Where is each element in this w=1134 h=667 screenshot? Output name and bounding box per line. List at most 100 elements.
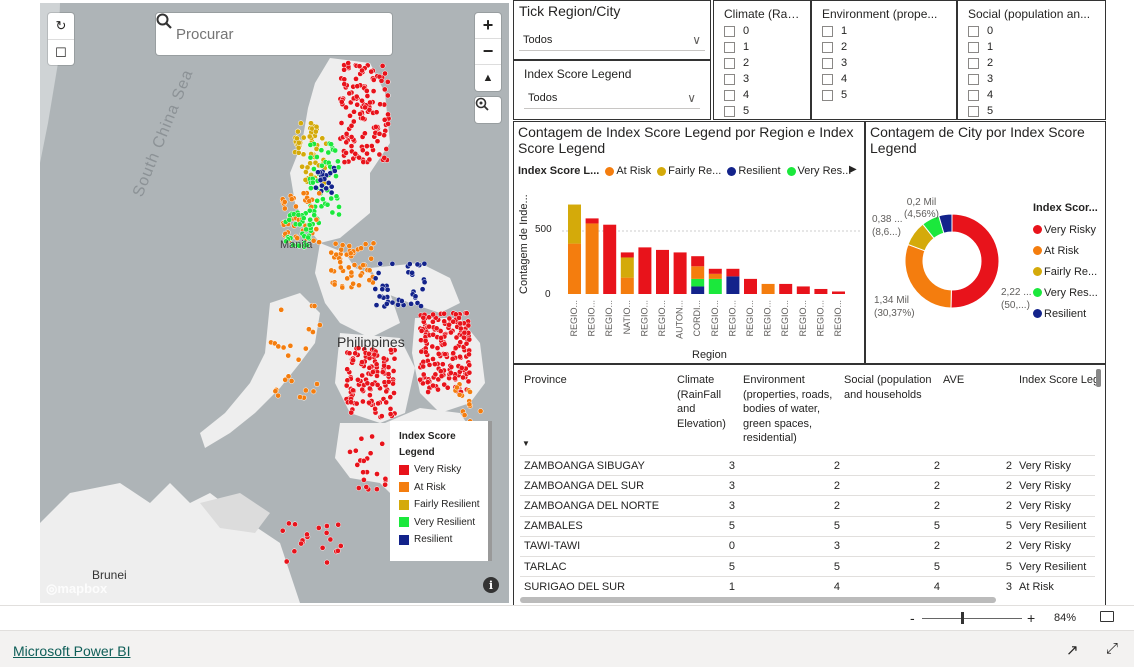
- map-point[interactable]: [357, 272, 364, 279]
- table-row[interactable]: ZAMBOANGA SIBUGAY 3 2 2 2 Very Risky: [520, 455, 1095, 475]
- map-point[interactable]: [356, 154, 362, 161]
- map-point[interactable]: [345, 264, 352, 271]
- map-point[interactable]: [442, 351, 448, 358]
- map-point[interactable]: [439, 361, 446, 368]
- map-point[interactable]: [412, 293, 419, 300]
- checkbox-item[interactable]: 5: [968, 103, 1095, 119]
- table-row[interactable]: ZAMBOANGA DEL SUR 3 2 2 2 Very Risky: [520, 475, 1095, 495]
- index-legend-dropdown[interactable]: Todos ∨: [524, 87, 700, 109]
- map-point[interactable]: [306, 222, 313, 228]
- map-point[interactable]: [336, 204, 342, 210]
- map-point[interactable]: [311, 212, 318, 218]
- bar-segment[interactable]: [691, 278, 705, 287]
- map-point[interactable]: [374, 373, 380, 379]
- map-point[interactable]: [373, 361, 380, 368]
- map-point[interactable]: [337, 264, 344, 271]
- map-point[interactable]: [344, 366, 351, 373]
- checkbox-item[interactable]: 5: [822, 87, 946, 103]
- map-point[interactable]: [360, 262, 366, 268]
- map-point[interactable]: [372, 275, 379, 282]
- map-point[interactable]: [317, 322, 323, 328]
- map-point[interactable]: [356, 63, 363, 70]
- map-point[interactable]: [323, 530, 330, 536]
- region-city-dropdown[interactable]: Todos ∨: [519, 29, 705, 51]
- column-header-social[interactable]: Social (population and households: [844, 373, 939, 402]
- vertical-scrollbar[interactable]: [1096, 369, 1101, 387]
- bar-segment[interactable]: [568, 243, 581, 294]
- map-point[interactable]: [341, 66, 347, 73]
- map-point[interactable]: [359, 115, 366, 122]
- map-point[interactable]: [295, 149, 302, 156]
- map-point[interactable]: [437, 368, 444, 375]
- map-point[interactable]: [385, 121, 391, 127]
- map-point[interactable]: [319, 135, 326, 142]
- map-point[interactable]: [317, 177, 324, 184]
- map-point[interactable]: [370, 88, 377, 94]
- map-point[interactable]: [366, 350, 372, 357]
- map-point[interactable]: [297, 394, 303, 400]
- map-point[interactable]: [426, 323, 432, 330]
- map-point[interactable]: [313, 184, 319, 191]
- map-point[interactable]: [313, 123, 320, 130]
- map-point[interactable]: [366, 364, 373, 371]
- bar-segment[interactable]: [708, 273, 722, 279]
- map-point[interactable]: [348, 409, 355, 416]
- map-point[interactable]: [466, 369, 473, 376]
- map-point[interactable]: [379, 440, 386, 447]
- bar-segment[interactable]: [638, 247, 652, 294]
- map-point[interactable]: [279, 527, 286, 534]
- map-point[interactable]: [343, 150, 349, 156]
- map-point[interactable]: [458, 365, 465, 371]
- map-point[interactable]: [325, 149, 332, 156]
- map-point[interactable]: [292, 521, 298, 528]
- checkbox-item[interactable]: 3: [822, 55, 946, 71]
- rectangle-select-icon[interactable]: ☐: [48, 39, 74, 65]
- map-point[interactable]: [327, 536, 334, 543]
- info-icon[interactable]: i: [483, 577, 499, 593]
- map-point[interactable]: [304, 531, 310, 538]
- map-point[interactable]: [447, 370, 454, 376]
- map-point[interactable]: [370, 240, 377, 247]
- map-point[interactable]: [385, 371, 392, 377]
- map-point[interactable]: [350, 118, 357, 125]
- map-point[interactable]: [335, 521, 342, 528]
- map-point[interactable]: [420, 371, 427, 378]
- map-point[interactable]: [341, 81, 348, 87]
- map-point[interactable]: [348, 269, 355, 276]
- map-point[interactable]: [422, 337, 429, 344]
- map-point[interactable]: [345, 60, 352, 66]
- map-point[interactable]: [295, 212, 302, 218]
- map-point[interactable]: [285, 352, 292, 359]
- sort-desc-icon[interactable]: ▼: [522, 439, 530, 448]
- map-point[interactable]: [275, 343, 282, 350]
- zoom-slider[interactable]: [922, 618, 1022, 619]
- map-point[interactable]: [430, 382, 436, 389]
- map-point[interactable]: [420, 314, 427, 321]
- map-point[interactable]: [421, 279, 428, 286]
- map-selection-tools[interactable]: ↻ ☐: [48, 13, 74, 65]
- map-point[interactable]: [383, 146, 390, 152]
- map-point[interactable]: [314, 381, 320, 387]
- bar-segment[interactable]: [691, 286, 705, 294]
- map-point[interactable]: [341, 76, 348, 83]
- map-point[interactable]: [291, 548, 298, 555]
- map-point[interactable]: [424, 379, 431, 386]
- map-point[interactable]: [328, 189, 335, 196]
- map-point[interactable]: [325, 180, 332, 186]
- column-header-province[interactable]: Province: [524, 373, 567, 388]
- bar-segment[interactable]: [726, 276, 740, 294]
- map-point[interactable]: [338, 99, 345, 105]
- map-point[interactable]: [318, 147, 325, 154]
- map-point[interactable]: [425, 389, 431, 395]
- map-point[interactable]: [358, 435, 365, 442]
- map-point[interactable]: [352, 350, 359, 357]
- map-point[interactable]: [358, 245, 364, 252]
- map-point[interactable]: [379, 63, 386, 69]
- map-point[interactable]: [348, 134, 355, 140]
- map-point[interactable]: [453, 334, 460, 341]
- power-bi-link[interactable]: Microsoft Power BI: [13, 643, 130, 659]
- map-point[interactable]: [467, 389, 473, 395]
- fullscreen-icon[interactable]: ⤢: [1106, 640, 1118, 657]
- map-point[interactable]: [353, 93, 360, 100]
- map-point[interactable]: [295, 356, 302, 363]
